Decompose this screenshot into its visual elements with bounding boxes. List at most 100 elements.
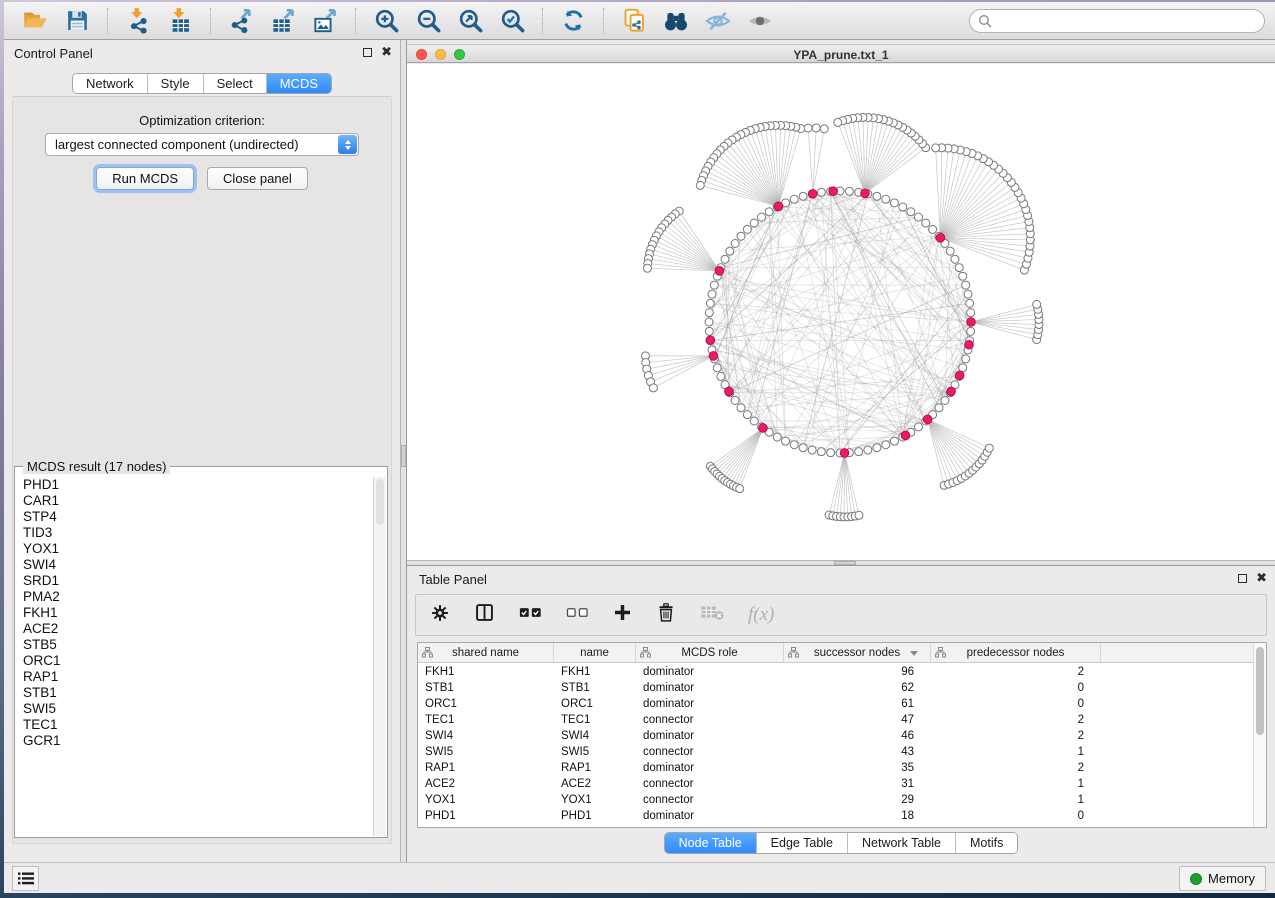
network-node[interactable] — [812, 124, 820, 132]
table-row[interactable]: YOX1YOX1connector291 — [418, 792, 1253, 808]
network-node[interactable] — [873, 192, 881, 200]
mcds-result-item[interactable]: STP4 — [23, 509, 373, 525]
network-node[interactable] — [750, 417, 758, 425]
mcds-node[interactable] — [709, 352, 718, 361]
network-node[interactable] — [705, 327, 713, 335]
horizontal-splitter-handle[interactable] — [834, 561, 856, 565]
tab-network[interactable]: Network — [73, 74, 148, 93]
delete-columns-icon[interactable] — [656, 602, 676, 628]
network-node[interactable] — [721, 255, 729, 263]
network-node[interactable] — [855, 511, 863, 519]
mcds-node[interactable] — [840, 449, 849, 458]
network-node[interactable] — [743, 225, 751, 233]
mcds-result-item[interactable]: TID3 — [23, 525, 373, 541]
network-node[interactable] — [967, 327, 975, 335]
open-file-icon[interactable] — [18, 6, 52, 36]
column-header-predecessor-nodes[interactable]: predecessor nodes — [931, 643, 1101, 663]
export-table-icon[interactable] — [266, 6, 300, 36]
mcds-result-item[interactable]: SWI4 — [23, 557, 373, 573]
show-all-icon[interactable] — [743, 6, 777, 36]
network-node[interactable] — [951, 255, 959, 263]
tab-mcds[interactable]: MCDS — [267, 74, 331, 93]
zoom-fit-icon[interactable] — [453, 6, 487, 36]
network-node[interactable] — [864, 446, 872, 454]
network-node[interactable] — [737, 404, 745, 412]
mcds-result-item[interactable]: PHD1 — [23, 477, 373, 493]
network-node[interactable] — [907, 208, 915, 216]
mcds-node[interactable] — [923, 415, 932, 424]
tab-edge-table[interactable]: Edge Table — [757, 833, 848, 853]
panel-menu-button[interactable] — [12, 866, 39, 891]
network-node[interactable] — [941, 397, 949, 405]
network-node[interactable] — [736, 485, 744, 493]
mcds-node[interactable] — [774, 202, 783, 211]
network-node[interactable] — [845, 187, 853, 195]
network-node[interactable] — [962, 281, 970, 289]
network-node[interactable] — [882, 441, 890, 449]
network-node[interactable] — [962, 355, 970, 363]
network-node[interactable] — [696, 181, 704, 189]
network-node[interactable] — [705, 318, 713, 326]
network-node[interactable] — [817, 448, 825, 456]
network-node[interactable] — [799, 192, 807, 200]
mcds-node[interactable] — [901, 431, 910, 440]
zoom-in-icon[interactable] — [369, 6, 403, 36]
network-node[interactable] — [643, 264, 651, 272]
mcds-node[interactable] — [759, 424, 768, 433]
network-node[interactable] — [966, 299, 974, 307]
vertical-splitter[interactable] — [400, 40, 407, 862]
network-search-box[interactable] — [969, 9, 1265, 33]
network-node[interactable] — [731, 239, 739, 247]
table-row[interactable]: SWI4SWI4dominator462 — [418, 728, 1253, 744]
optimization-criterion-select[interactable]: largest connected component (undirected) — [45, 133, 359, 156]
table-row[interactable]: STB1STB1dominator620 — [418, 680, 1253, 696]
network-node[interactable] — [827, 449, 835, 457]
close-panel-icon[interactable]: ✖ — [381, 47, 392, 57]
mcds-result-item[interactable]: RAP1 — [23, 669, 373, 685]
network-node[interactable] — [899, 203, 907, 211]
column-header-name[interactable]: name — [554, 643, 636, 663]
mcds-result-item[interactable]: SWI5 — [23, 701, 373, 717]
network-node[interactable] — [882, 195, 890, 203]
network-node[interactable] — [915, 213, 923, 221]
network-node[interactable] — [855, 448, 863, 456]
network-node[interactable] — [808, 446, 816, 454]
network-node[interactable] — [705, 309, 713, 317]
zoom-selected-icon[interactable] — [495, 6, 529, 36]
table-row[interactable]: PHD1PHD1dominator180 — [418, 808, 1253, 824]
table-row[interactable]: TEC1TEC1connector472 — [418, 712, 1253, 728]
network-node[interactable] — [985, 444, 993, 452]
network-node[interactable] — [890, 437, 898, 445]
network-node[interactable] — [817, 188, 825, 196]
network-node[interactable] — [799, 444, 807, 452]
mcds-node[interactable] — [955, 371, 964, 380]
network-node[interactable] — [959, 272, 967, 280]
copy-network-icon[interactable] — [617, 6, 651, 36]
network-node[interactable] — [731, 397, 739, 405]
network-node[interactable] — [964, 290, 972, 298]
mcds-result-item[interactable]: TEC1 — [23, 717, 373, 733]
table-row[interactable]: ORC1ORC1dominator610 — [418, 696, 1253, 712]
network-node[interactable] — [773, 433, 781, 441]
column-header-successor-nodes[interactable]: successor nodes — [784, 643, 931, 663]
tab-style[interactable]: Style — [148, 74, 204, 93]
mcds-result-item[interactable]: STB5 — [23, 637, 373, 653]
mcds-node[interactable] — [965, 340, 974, 349]
table-options-icon[interactable] — [430, 603, 450, 628]
network-node[interactable] — [765, 208, 773, 216]
refresh-view-icon[interactable] — [556, 6, 590, 36]
run-mcds-button[interactable]: Run MCDS — [96, 167, 194, 190]
column-header-MCDS-role[interactable]: MCDS role — [636, 643, 784, 663]
table-scrollbar-thumb[interactable] — [1256, 647, 1264, 735]
mcds-result-item[interactable]: ORC1 — [23, 653, 373, 669]
network-node[interactable] — [743, 411, 751, 419]
network-node[interactable] — [922, 219, 930, 227]
network-node[interactable] — [873, 444, 881, 452]
hide-selected-icon[interactable] — [701, 6, 735, 36]
mcds-node[interactable] — [706, 336, 715, 345]
mcds-node[interactable] — [715, 267, 724, 276]
network-node[interactable] — [790, 195, 798, 203]
mcds-node[interactable] — [967, 318, 976, 327]
import-network-icon[interactable] — [121, 6, 155, 36]
search-binoculars-icon[interactable] — [659, 6, 693, 36]
